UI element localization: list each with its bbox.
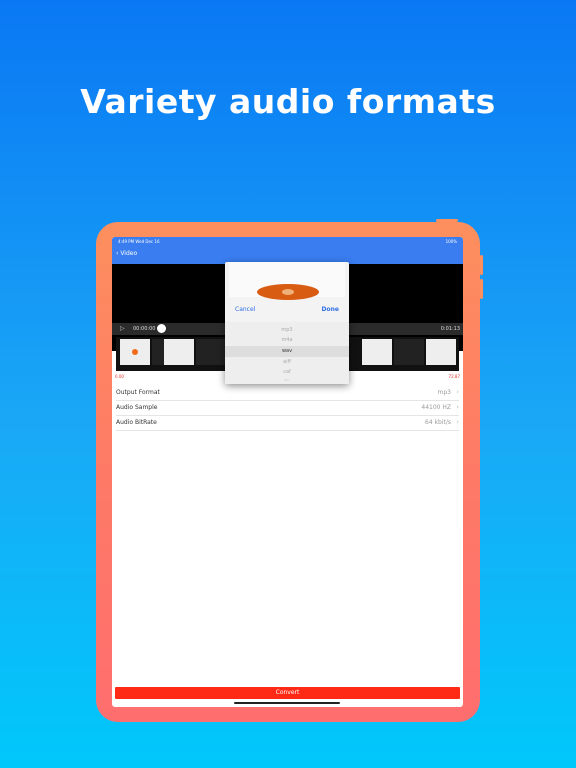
setting-value: 64 kbit/s <box>425 419 451 426</box>
app-screen: 4:49 PM Wed Dec 16 100% ‹ Video ▷ 00:00:… <box>112 237 463 707</box>
picker-option[interactable]: aiff <box>225 359 349 365</box>
picker-option-selected[interactable]: wav <box>225 346 349 357</box>
filmstrip-frame <box>426 339 456 365</box>
home-indicator <box>234 702 340 704</box>
format-picker-popup: Cancel Done mp3 m4a wav aiff caf flac <box>225 262 349 384</box>
ipad-volume-down <box>480 279 483 299</box>
chevron-right-icon: › <box>456 418 459 426</box>
filmstrip-frame <box>362 339 392 365</box>
trim-end-label: 72.87 <box>448 374 460 379</box>
chevron-right-icon: › <box>456 388 459 396</box>
setting-label: Audio BitRate <box>116 419 157 426</box>
setting-value: mp3 <box>437 389 451 396</box>
timeline-scrubber[interactable] <box>157 324 166 333</box>
filmstrip-frame <box>120 339 150 365</box>
filmstrip-frame <box>196 339 226 365</box>
timeline-start-time: 00:00:00 <box>133 326 156 332</box>
done-button[interactable]: Done <box>322 306 339 313</box>
timeline-end-time: 0:01:13 <box>440 326 460 332</box>
filmstrip-frame <box>394 339 424 365</box>
picker-option[interactable]: flac <box>225 378 349 382</box>
status-time: 4:49 PM Wed Dec 16 <box>118 239 160 244</box>
play-icon[interactable]: ▷ <box>120 325 125 332</box>
filmstrip-frame <box>164 339 194 365</box>
ipad-top-button <box>436 219 458 222</box>
back-button[interactable]: ‹ Video <box>116 250 137 257</box>
ipad-volume-up <box>480 255 483 275</box>
setting-value: 44100 HZ <box>421 404 451 411</box>
status-battery: 100% <box>445 239 457 244</box>
chevron-left-icon: ‹ <box>116 250 119 257</box>
popup-preview <box>229 262 345 300</box>
format-picker[interactable]: mp3 m4a wav aiff caf flac <box>225 322 349 384</box>
picker-option[interactable]: m4a <box>225 337 349 343</box>
audio-sample-row[interactable]: Audio Sample 44100 HZ › <box>116 400 459 416</box>
trim-start-label: 0.00 <box>115 374 124 379</box>
audio-bitrate-row[interactable]: Audio BitRate 64 kbit/s › <box>116 415 459 431</box>
disc-icon <box>257 284 319 300</box>
setting-label: Output Format <box>116 389 160 396</box>
convert-button[interactable]: Convert <box>115 687 460 699</box>
headline: Variety audio formats <box>80 82 496 121</box>
picker-option[interactable]: caf <box>225 369 349 375</box>
status-bar: 4:49 PM Wed Dec 16 100% <box>112 237 463 246</box>
cancel-button[interactable]: Cancel <box>235 306 255 313</box>
picker-option[interactable]: mp3 <box>225 327 349 333</box>
setting-label: Audio Sample <box>116 404 158 411</box>
chevron-right-icon: › <box>456 403 459 411</box>
output-format-row[interactable]: Output Format mp3 › <box>116 385 459 401</box>
back-label: Video <box>120 250 138 257</box>
